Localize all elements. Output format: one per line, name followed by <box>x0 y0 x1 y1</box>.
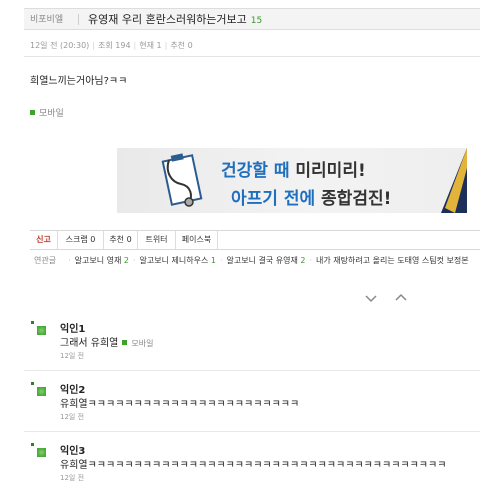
banner-line-2: 아프기 전에 종합검진! <box>231 184 391 209</box>
comment-time: 12일 전 <box>60 352 85 360</box>
divider <box>24 370 480 371</box>
related-link-title: 내가 재탕하려고 올리는 도태영 스팀컷 보정본 <box>316 256 469 265</box>
avatar <box>37 448 46 457</box>
facebook-tab[interactable]: 페이스북 <box>176 231 218 249</box>
tab-label: 페이스북 <box>181 235 212 244</box>
mobile-icon <box>30 110 35 115</box>
related-posts: 연관글 · 알고보니 영재 2 · 알고보니 제니하우스 1 · 알고보니 결국 유영재 2… <box>34 255 480 266</box>
comment-text: 유희열ㅋㅋㅋㅋㅋㅋㅋㅋㅋㅋㅋㅋㅋㅋㅋㅋㅋㅋㅋㅋㅋㅋㅋ <box>60 399 300 410</box>
comment-author: 익인2 <box>60 385 86 396</box>
mobile-icon <box>122 340 128 345</box>
banner-line-1: 건강할 때 미리미리! <box>221 156 366 181</box>
divider <box>78 14 79 25</box>
bullet <box>31 321 34 324</box>
tab-label: 추천 <box>109 235 125 244</box>
comment-text: 유희열ㅋㅋㅋㅋㅋㅋㅋㅋㅋㅋㅋㅋㅋㅋㅋㅋㅋㅋㅋㅋㅋㅋㅋㅋㅋㅋㅋㅋㅋㅋㅋㅋㅋㅋㅋㅋㅋ… <box>60 460 447 471</box>
bullet <box>31 382 34 385</box>
related-link-title: 알고보니 결국 유영재 <box>226 256 298 265</box>
health-checkup-banner[interactable]: 건강할 때 미리미리! 아프기 전에 종합검진! <box>117 148 467 213</box>
related-link[interactable]: 알고보니 제니하우스 1 <box>140 256 216 265</box>
post-recommend-now: 현재 1 <box>139 41 162 50</box>
post-source: 모바일 <box>30 106 64 119</box>
post-title: 유영재 우리 혼란스러워하는거보고 15 <box>88 11 262 27</box>
comment-count-badge: 15 <box>250 16 263 26</box>
twitter-tab[interactable]: 트위터 <box>138 231 176 249</box>
bullet: · <box>132 256 136 265</box>
divider: | <box>133 41 137 50</box>
clipboard-stethoscope-icon <box>161 153 203 207</box>
post-recommend: 추천 0 <box>170 41 193 50</box>
divider: | <box>164 41 168 50</box>
tab-label: 트위터 <box>145 235 168 244</box>
recommend-tab[interactable]: 추천 0 <box>104 231 138 249</box>
divider: | <box>92 41 95 50</box>
chevron-up-icon[interactable] <box>394 293 408 303</box>
post-views: 조회 194 <box>98 41 131 50</box>
banner-line-1-highlight: 건강할 때 <box>221 161 290 181</box>
related-link-title: 알고보니 영재 <box>74 256 122 265</box>
related-link[interactable]: 내가 재탕하려고 올리는 도태영 스팀컷 보정본 <box>316 256 469 265</box>
related-count: 1 <box>210 256 216 265</box>
divider <box>24 431 480 432</box>
bullet <box>31 443 34 446</box>
comment-item: 익인3 유희열ㅋㅋㅋㅋㅋㅋㅋㅋㅋㅋㅋㅋㅋㅋㅋㅋㅋㅋㅋㅋㅋㅋㅋㅋㅋㅋㅋㅋㅋㅋㅋㅋㅋ… <box>30 442 480 486</box>
post-time: 12일 전 (20:30) <box>30 41 90 50</box>
comment-time: 12일 전 <box>60 474 85 482</box>
tab-count: 0 <box>126 235 132 244</box>
board-name[interactable]: 비포비엘 <box>30 12 63 25</box>
banner-line-2-rest: 종합검진! <box>315 189 392 209</box>
post-title-text: 유영재 우리 혼란스러워하는거보고 <box>88 13 247 26</box>
scrap-tab[interactable]: 스크랩 0 <box>58 231 104 249</box>
avatar <box>37 326 46 335</box>
tab-label: 스크랩 <box>65 235 88 244</box>
related-count: 2 <box>123 256 129 265</box>
comment-time: 12일 전 <box>60 413 85 421</box>
comment-item: 익인2 유희열ㅋㅋㅋㅋㅋㅋㅋㅋㅋㅋㅋㅋㅋㅋㅋㅋㅋㅋㅋㅋㅋㅋㅋ 12일 전 <box>30 381 480 425</box>
banner-line-2-highlight: 아프기 전에 <box>231 189 316 209</box>
comment-text: 그래서 유희열 <box>60 338 119 349</box>
comment-author: 익인1 <box>60 324 86 335</box>
bullet: · <box>309 256 313 265</box>
related-count: 2 <box>300 256 306 265</box>
related-link-title: 알고보니 제니하우스 <box>139 256 209 265</box>
divider <box>24 56 480 57</box>
comment-item: 익인1 그래서 유희열 모바일 12일 전 <box>30 320 480 364</box>
avatar <box>37 387 46 396</box>
chevron-down-icon[interactable] <box>364 293 378 303</box>
related-link[interactable]: 알고보니 영재 2 <box>75 256 129 265</box>
banner-line-1-rest: 미리미리! <box>289 161 366 181</box>
report-tab[interactable]: 신고 <box>30 231 58 249</box>
comment-source: 모바일 <box>122 339 153 348</box>
post-action-tabs: 신고 스크랩 0 추천 0 트위터 페이스북 <box>30 230 480 250</box>
comment-author: 익인3 <box>60 446 86 457</box>
comment-body: 그래서 유희열 모바일 <box>60 334 153 349</box>
tab-label: 신고 <box>36 235 51 244</box>
bullet: · <box>219 256 223 265</box>
related-link[interactable]: 알고보니 결국 유영재 2 <box>227 256 306 265</box>
post-source-label: 모바일 <box>39 109 64 119</box>
tab-count: 0 <box>90 235 96 244</box>
bullet: · <box>68 256 71 265</box>
post-body: 희열느끼는거아님?ㅋㅋ <box>30 76 128 87</box>
post-meta: 12일 전 (20:30) | 조회 194 | 현재 1 | 추천 0 <box>30 40 193 51</box>
related-label: 연관글 <box>34 256 57 265</box>
post-title-bar: 비포비엘 유영재 우리 혼란스러워하는거보고 15 <box>24 8 480 30</box>
comment-source-label: 모바일 <box>131 339 154 348</box>
page-curl-corner <box>441 148 467 213</box>
